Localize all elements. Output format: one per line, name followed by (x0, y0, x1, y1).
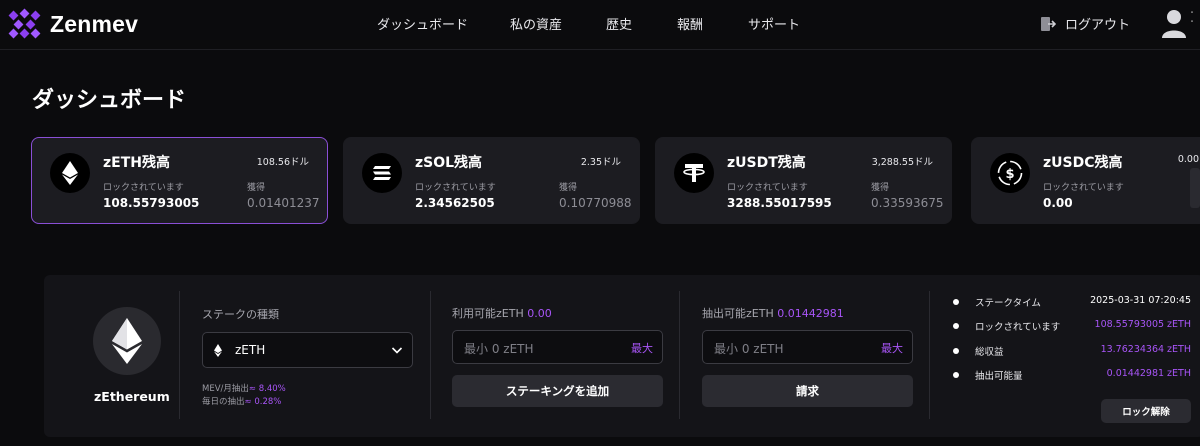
mev-monthly: MEV/月抽出≈ 8.40% (202, 382, 286, 394)
divider (679, 291, 680, 419)
stat-value: 13.76234364 zETH (1100, 344, 1191, 355)
balance-card-zsol[interactable]: zSOL残高 2.35ドル ロックされています 獲得 2.34562505 0.… (343, 137, 640, 224)
stat-label: ステークタイム (975, 298, 1041, 309)
stat-stake-time: ステークタイム 2025-03-31 07:20:45 (953, 295, 1199, 311)
available-zeth: 利用可能zETH 0.00 (452, 305, 552, 321)
withdraw-amount-input[interactable]: 最小 0 zETH 最大 (702, 330, 913, 364)
withdrawable-zeth: 抽出可能zETH 0.01442981 (702, 305, 844, 321)
card-title: zUSDT残高 (727, 155, 806, 171)
stat-value: 108.55793005 zETH (1094, 319, 1191, 330)
locked-value: 0.00 (1043, 196, 1073, 210)
bullet-icon (953, 299, 959, 305)
balance-card-zusdt[interactable]: zUSDT残高 3,288.55ドル ロックされています 獲得 3288.550… (655, 137, 952, 224)
logout-icon (1041, 16, 1056, 31)
stake-amount-placeholder: 最小 0 zETH (464, 342, 534, 356)
mev-monthly-label: MEV/月抽出 (202, 384, 249, 394)
card-title: zUSDC残高 (1043, 155, 1123, 171)
withdrawable-value: 0.01442981 (777, 307, 844, 320)
user-name: ・ ・ (1188, 8, 1196, 26)
card-amount: 3,288.55ドル (871, 157, 933, 168)
nav-item-support[interactable]: サポート (748, 14, 800, 33)
main-nav: ダッシュボード 私の資産 歴史 報酬 サポート (0, 14, 1200, 34)
stake-amount-input[interactable]: 最小 0 zETH 最大 (452, 330, 663, 364)
divider (929, 291, 930, 419)
stat-label: 抽出可能量 (975, 371, 1023, 382)
nav-item-history[interactable]: 歴史 (606, 14, 632, 33)
earned-label: 獲得 (559, 183, 578, 193)
user-avatar-icon[interactable] (1161, 8, 1187, 38)
stat-withdrawable: 抽出可能量 0.01442981 zETH (953, 368, 1199, 384)
balance-card-zeth[interactable]: zETH残高 108.56ドル ロックされています 獲得 108.5579300… (31, 137, 328, 224)
stat-value: 0.01442981 zETH (1106, 368, 1191, 379)
ethereum-icon (214, 344, 222, 357)
card-amount: 2.35ドル (580, 157, 621, 168)
locked-value: 2.34562505 (415, 196, 495, 210)
chevron-down-icon (391, 347, 403, 354)
locked-label: ロックされています (103, 183, 184, 193)
stat-total-earnings: 総収益 13.76234364 zETH (953, 344, 1199, 360)
bullet-icon (953, 323, 959, 329)
earned-value: 0.10770988 (559, 196, 632, 210)
locked-label: ロックされています (415, 183, 496, 193)
coin-name: zEthereum (94, 389, 170, 404)
stat-locked: ロックされています 108.55793005 zETH (953, 319, 1199, 335)
nav-item-my-assets[interactable]: 私の資産 (510, 14, 562, 33)
card-amount: 108.56ドル (256, 157, 309, 168)
stake-max-button[interactable]: 最大 (631, 340, 653, 356)
claim-button[interactable]: 請求 (702, 375, 913, 407)
stat-label: ロックされています (975, 322, 1061, 333)
nav-item-dashboard[interactable]: ダッシュボード (377, 14, 468, 33)
ethereum-icon (93, 307, 161, 375)
unlock-button[interactable]: ロック解除 (1101, 399, 1191, 423)
cards-scroll-handle[interactable] (1190, 168, 1200, 208)
earned-label: 獲得 (871, 183, 890, 193)
add-staking-button[interactable]: ステーキングを追加 (452, 375, 663, 407)
withdraw-amount-placeholder: 最小 0 zETH (714, 342, 784, 356)
stake-type-value: zETH (235, 343, 266, 357)
divider (179, 291, 180, 419)
ethereum-icon (50, 153, 90, 193)
bullet-icon (953, 348, 959, 354)
logout-button[interactable]: ログアウト (1040, 14, 1130, 33)
card-title: zETH残高 (103, 155, 170, 171)
available-label: 利用可能zETH (452, 307, 524, 320)
locked-label: ロックされています (727, 183, 808, 193)
stat-label: 総収益 (975, 347, 1004, 358)
earned-value: 0.01401237 (247, 196, 320, 210)
card-title: zSOL残高 (415, 155, 483, 171)
stake-type-select[interactable]: zETH (202, 332, 413, 368)
bullet-icon (953, 372, 959, 378)
logout-label: ログアウト (1065, 18, 1131, 33)
svg-text:$: $ (1005, 167, 1014, 182)
withdraw-max-button[interactable]: 最大 (881, 340, 903, 356)
daily-value: ≈ 0.28% (244, 397, 282, 407)
usdc-icon: $ (990, 153, 1030, 193)
locked-label: ロックされています (1043, 183, 1124, 193)
available-value: 0.00 (527, 307, 552, 320)
card-amount: 0.00 (1177, 154, 1199, 165)
top-header: Zenmev ダッシュボード 私の資産 歴史 報酬 サポート ログアウト ・ ・ (0, 0, 1200, 50)
divider (430, 291, 431, 419)
locked-value: 108.55793005 (103, 196, 200, 210)
withdrawable-label: 抽出可能zETH (702, 307, 774, 320)
stake-type-label: ステークの種類 (202, 308, 279, 321)
daily-label: 毎日の抽出 (202, 397, 245, 407)
solana-icon (362, 153, 402, 193)
staking-panel: zEthereum ステークの種類 zETH MEV/月抽出≈ 8.40% 毎日… (44, 275, 1200, 437)
earned-label: 獲得 (247, 183, 266, 193)
stat-value: 2025-03-31 07:20:45 (1090, 295, 1191, 306)
earned-value: 0.33593675 (871, 196, 944, 210)
locked-value: 3288.55017595 (727, 196, 832, 210)
tether-icon (674, 153, 714, 193)
daily-extraction: 毎日の抽出≈ 0.28% (202, 395, 281, 407)
nav-item-rewards[interactable]: 報酬 (677, 14, 703, 33)
mev-monthly-value: ≈ 8.40% (248, 384, 286, 394)
page-title: ダッシュボード (32, 88, 187, 113)
balance-card-zusdc[interactable]: $ zUSDC残高 0.00 ロックされています 0.00 (971, 137, 1200, 224)
